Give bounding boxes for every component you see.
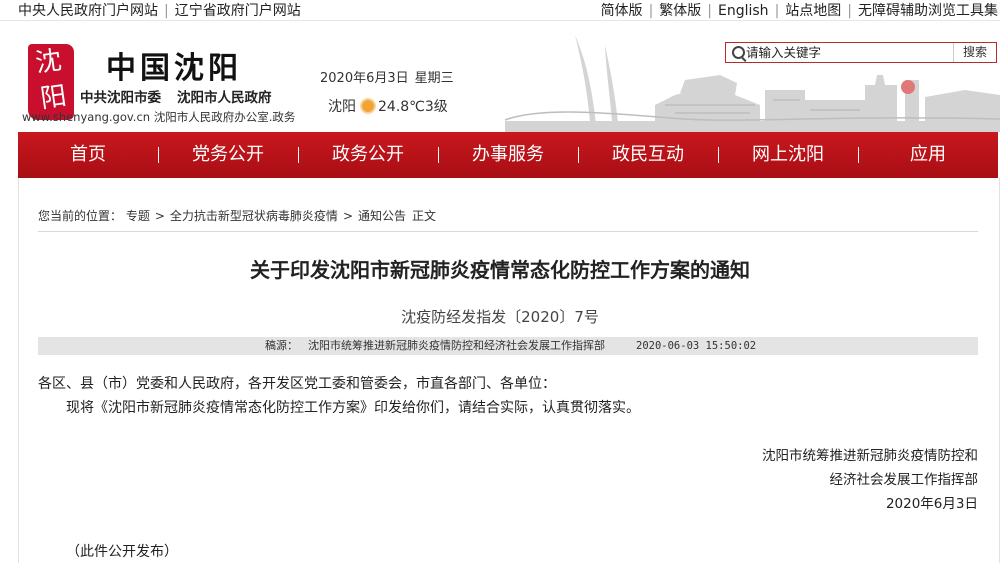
search-box: 搜索 (725, 42, 997, 63)
signature-block: 沈阳市统筹推进新冠肺炎疫情防控和 经济社会发展工作指挥部 2020年6月3日 (762, 444, 978, 516)
date: 2020年6月3日 (320, 71, 409, 86)
link-accessibility[interactable]: 无障碍辅助浏览工具集 (858, 3, 998, 19)
nav-apps[interactable]: 应用 (858, 132, 998, 178)
weather-text: 24.8℃3级 (378, 99, 448, 115)
nav-gov-affairs[interactable]: 政务公开 (298, 132, 438, 178)
divider: | (774, 3, 780, 19)
link-simplified[interactable]: 简体版 (601, 3, 643, 19)
article-title: 关于印发沈阳市新冠肺炎疫情常态化防控工作方案的通知 (250, 258, 750, 282)
link-traditional[interactable]: 繁体版 (659, 3, 701, 19)
breadcrumb-divider (38, 231, 978, 232)
breadcrumb-prefix: 您当前的位置： (38, 209, 123, 223)
publish-time: 2020-06-03 15:50:02 (636, 340, 757, 352)
document-number: 沈疫防经发指发〔2020〕7号 (401, 308, 599, 326)
search-icon (732, 46, 745, 59)
breadcrumb: 您当前的位置： 专题 > 全力抗击新型冠状病毒肺炎疫情 > 通知公告 正文 (38, 207, 436, 224)
site-header: 沈阳 中国沈阳 中共沈阳市委 沈阳市人民政府 www.shenyang.gov.c… (0, 21, 1000, 132)
search-input[interactable] (746, 43, 956, 62)
divider: | (707, 3, 712, 19)
link-english[interactable]: English (718, 3, 769, 19)
chevron-right-icon: > (342, 209, 353, 223)
signature-date: 2020年6月3日 (885, 496, 978, 512)
divider: | (164, 3, 169, 19)
signature-line: 经济社会发展工作指挥部 (829, 472, 979, 488)
source-bar: 稿源： 沈阳市统筹推进新冠肺炎疫情防控和经济社会发展工作指挥部 2020-06-… (38, 337, 978, 355)
top-right-links: 简体版 | 繁体版 | English | 站点地图 | 无障碍辅助浏览工具集 (601, 0, 998, 20)
nav-services[interactable]: 办事服务 (438, 132, 578, 178)
weekday: 星期三 (414, 71, 454, 86)
date-line: 2020年6月3日 星期三 (320, 67, 454, 86)
source-label: 稿源： (265, 339, 298, 352)
nav-interaction[interactable]: 政民互动 (578, 132, 718, 178)
site-url: www.shenyang.gov.cn 沈阳市人民政府办公室.政务 (22, 110, 296, 124)
sun-icon (362, 100, 374, 112)
divider: | (648, 3, 654, 19)
article-paragraph: 现将《沈阳市新冠肺炎疫情常态化防控工作方案》印发给你们，请结合实际，认真贯彻落实… (66, 400, 640, 416)
publish-note: （此件公开发布） (66, 544, 178, 560)
search-button[interactable]: 搜索 (953, 43, 996, 62)
site-name[interactable]: 中国沈阳 (106, 43, 242, 87)
weather: 沈阳 24.8℃3级 (328, 96, 448, 116)
link-central-gov[interactable]: 中央人民政府门户网站 (18, 3, 158, 19)
article-paragraph: 各区、县（市）党委和人民政府，各开发区党工委和管委会，市直各部门、各单位： (38, 376, 556, 392)
site-subtitle-party: 中共沈阳市委 (80, 90, 161, 106)
logo-seal-text: 沈阳 (33, 45, 69, 115)
divider: | (847, 3, 852, 19)
weather-city: 沈阳 (328, 99, 356, 115)
top-left-links: 中央人民政府门户网站 | 辽宁省政府门户网站 (18, 0, 301, 20)
nav-party-affairs[interactable]: 党务公开 (158, 132, 298, 178)
chevron-right-icon: > (154, 209, 165, 223)
link-liaoning-gov[interactable]: 辽宁省政府门户网站 (175, 3, 301, 19)
top-utility-bar: 中央人民政府门户网站 | 辽宁省政府门户网站 简体版 | 繁体版 | English | 站点地… (0, 0, 1000, 20)
breadcrumb-topic[interactable]: 专题 (126, 209, 150, 223)
signature-line: 沈阳市统筹推进新冠肺炎疫情防控和 (762, 448, 978, 464)
main-nav: 首页 党务公开 政务公开 办事服务 政民互动 网上沈阳 应用 (18, 132, 998, 178)
nav-online-shenyang[interactable]: 网上沈阳 (718, 132, 858, 178)
breadcrumb-notices[interactable]: 通知公告 (358, 209, 406, 223)
site-subtitle-gov: 沈阳市人民政府 (177, 90, 272, 106)
link-sitemap[interactable]: 站点地图 (785, 3, 841, 19)
breadcrumb-current: 正文 (412, 209, 437, 223)
site-subtitle: 中共沈阳市委 沈阳市人民政府 (80, 86, 272, 106)
nav-home[interactable]: 首页 (18, 132, 158, 178)
source-org: 沈阳市统筹推进新冠肺炎疫情防控和经济社会发展工作指挥部 (308, 339, 605, 352)
breadcrumb-covid[interactable]: 全力抗击新型冠状病毒肺炎疫情 (170, 209, 338, 223)
